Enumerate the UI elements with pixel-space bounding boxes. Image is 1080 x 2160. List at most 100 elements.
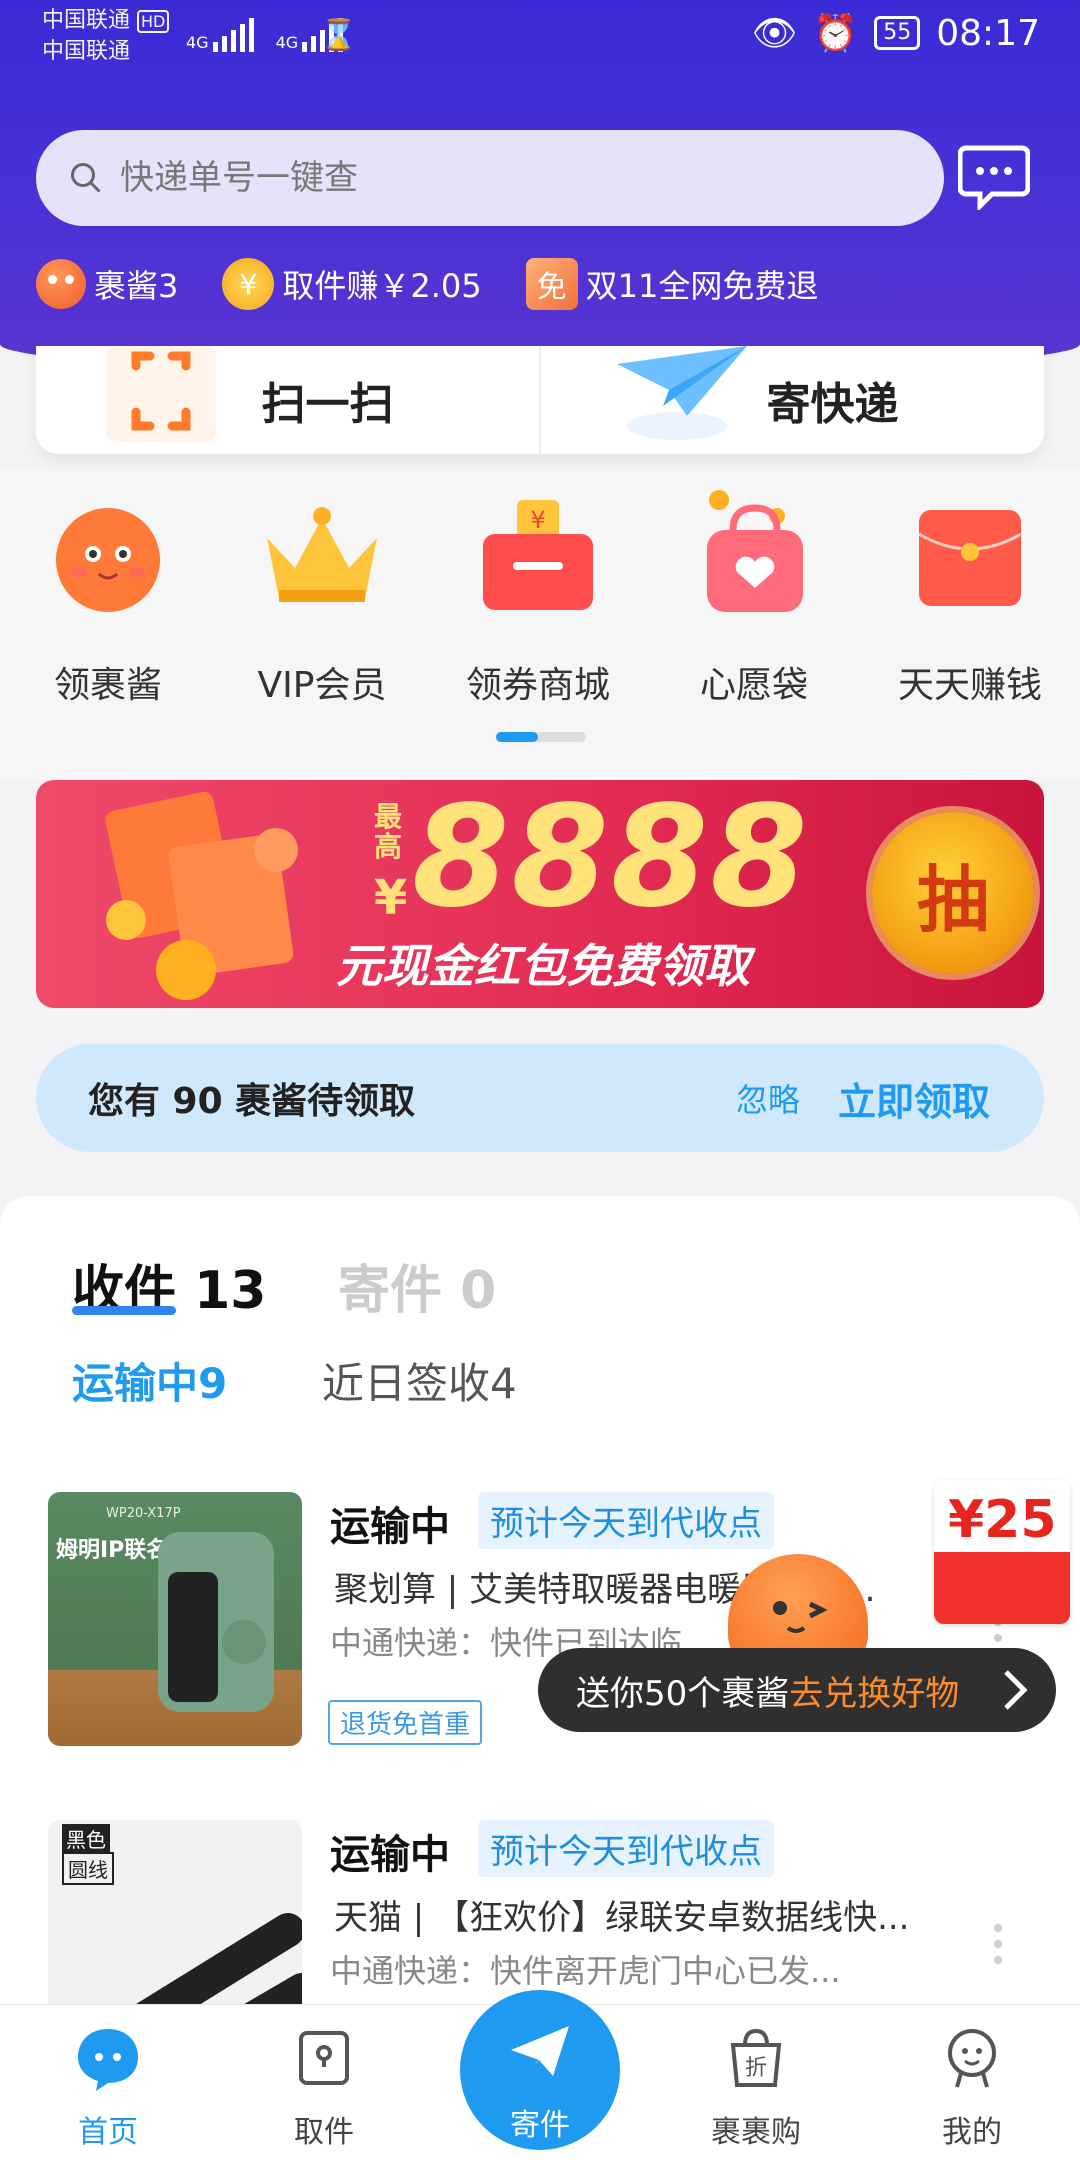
paper-plane-icon (511, 2026, 569, 2076)
claim-button[interactable]: 立即领取 (838, 1071, 990, 1126)
pickup-earn-label: 取件赚￥2.05 (282, 267, 482, 305)
profile-icon (948, 2029, 996, 2088)
coupon-box-icon: ¥ (473, 490, 603, 620)
banner-currency: ¥ (374, 870, 408, 926)
promo-row: 裹酱3 ¥ 取件赚￥2.05 免双11全网免费退 (36, 258, 862, 310)
parcel-status: 运输中 (330, 1504, 450, 1550)
category-label: 心愿袋 (699, 665, 808, 706)
battery-icon: 55 (874, 16, 921, 50)
mascot-count[interactable]: 裹酱3 (36, 259, 178, 309)
search-bar[interactable] (36, 130, 944, 226)
send-express-label: 寄快递 (766, 379, 899, 430)
status-bar: 中国联通 HD 中国联通 4G 4G ⌛ 👁 ⏰ 55 08:17 (0, 0, 1080, 70)
ignore-button[interactable]: 忽略 (736, 1075, 800, 1121)
nav-send-button[interactable]: 寄件 (460, 1990, 620, 2150)
red-packet-float[interactable]: ¥25 (934, 1480, 1070, 1624)
message-icon[interactable] (958, 144, 1030, 210)
filter-recent-signed[interactable]: 近日签收4 (322, 1350, 517, 1411)
chevron-right-icon (1004, 1670, 1028, 1710)
scan-icon (106, 346, 216, 442)
tab-receive[interactable]: 收件 13 (72, 1248, 266, 1323)
nav-home[interactable]: 首页 (38, 2023, 178, 2151)
nav-shop[interactable]: 折 裹裹购 (686, 2023, 826, 2151)
hourglass-icon: ⌛ (320, 18, 358, 53)
signal-icon (212, 18, 254, 52)
network-type-2: 4G (275, 33, 299, 52)
category-label: VIP会员 (257, 665, 387, 706)
category-label: 领券商城 (465, 665, 610, 706)
product-thumbnail: WP20-X17P 姆明IP联名 (48, 1492, 302, 1746)
locker-icon (299, 2031, 349, 2085)
search-icon (71, 163, 101, 193)
eta-tag: 预计今天到代收点 (478, 1492, 774, 1549)
scan-button[interactable]: 扫一扫 (36, 346, 541, 454)
free-icon: 免 (525, 258, 578, 310)
parcel-status: 运输中 (330, 1832, 450, 1878)
mascot-icon (36, 259, 86, 309)
free-return-label: 双11全网免费退 (585, 267, 819, 305)
svg-text:¥: ¥ (530, 506, 545, 534)
banner-top-text: 最高 (374, 800, 403, 863)
search-input[interactable] (120, 158, 880, 198)
more-icon[interactable] (992, 1924, 1004, 1964)
nav-home-label: 首页 (78, 2115, 138, 2150)
reward-notice: 您有 90 裹酱待领取 忽略 立即领取 (36, 1044, 1044, 1152)
nav-pickup-label: 取件 (294, 2115, 354, 2150)
notice-text: 您有 90 裹酱待领取 (88, 1081, 416, 1122)
nav-mine[interactable]: 我的 (902, 2023, 1042, 2151)
tab-send[interactable]: 寄件 0 (338, 1248, 496, 1323)
filter-in-transit[interactable]: 运输中9 (72, 1350, 227, 1411)
promo-banner[interactable]: 最高 ¥ 8888 元现金红包免费领取 抽 (36, 780, 1044, 1008)
nav-pickup[interactable]: 取件 (254, 2023, 394, 2151)
category-mascot[interactable]: 领裹酱 (8, 490, 208, 708)
category-coupon-mall[interactable]: ¥ 领券商城 (438, 490, 638, 708)
category-earn-daily[interactable]: 天天赚钱 (870, 490, 1070, 708)
carrier-1: 中国联通 (42, 8, 131, 33)
page-indicator (496, 732, 586, 742)
category-label: 天天赚钱 (897, 665, 1042, 706)
red-envelope-icon (905, 490, 1035, 620)
parcel-tracking: 中通快递：快件离开虎门中心已发... (330, 1952, 841, 1990)
draw-button[interactable]: 抽 (872, 812, 1034, 974)
parcel-title: 聚划算 | 艾美特取暖器电暖器家用... (334, 1570, 876, 1610)
banner-text: 元现金红包免费领取 (336, 939, 750, 993)
toast-highlight: 去兑换好物 (789, 1673, 960, 1714)
carrier-2: 中国联通 (42, 39, 131, 64)
send-express-button[interactable]: 寄快递 (541, 346, 1044, 454)
mascot-count-label: 裹酱3 (94, 267, 179, 305)
red-envelope-illustration (105, 791, 298, 1000)
heater-image (158, 1532, 274, 1712)
svg-text:折: 折 (745, 2056, 767, 2081)
eye-icon: 👁 (751, 13, 798, 54)
carrier-info: 中国联通 HD 中国联通 (42, 6, 170, 67)
pickup-earn[interactable]: ¥ 取件赚￥2.05 (222, 258, 482, 310)
home-mascot-icon (78, 2029, 138, 2091)
network-type-1: 4G (186, 33, 209, 52)
coin-icon: ¥ (222, 258, 275, 310)
category-vip[interactable]: VIP会员 (222, 490, 422, 708)
nav-send-label: 寄件 (510, 2108, 570, 2143)
parcel-title: 天猫 | 【狂欢价】绿联安卓数据线快... (334, 1898, 910, 1938)
clock: 08:17 (936, 12, 1040, 54)
crown-icon (257, 490, 387, 620)
scan-label: 扫一扫 (261, 379, 394, 430)
alarm-icon: ⏰ (813, 13, 859, 54)
category-wish-bag[interactable]: 心愿袋 (654, 490, 854, 708)
red-packet-value: ¥25 (948, 1490, 1057, 1550)
nav-mine-label: 我的 (942, 2115, 1002, 2150)
banner-amount: 8888 (412, 780, 810, 939)
header: 中国联通 HD 中国联通 4G 4G ⌛ 👁 ⏰ 55 08:17 快递单号一键… (0, 0, 1080, 374)
action-card: 扫一扫 寄快递 (36, 346, 1044, 454)
category-label: 领裹酱 (53, 665, 162, 706)
parcel-panel: 收件 13 寄件 0 运输中9 近日签收4 WP20-X17P 姆明IP联名 运… (0, 1196, 1080, 2074)
mascot-icon (43, 490, 173, 620)
status-right: 👁 ⏰ 55 08:17 (751, 12, 1040, 55)
nav-shop-label: 裹裹购 (711, 2115, 801, 2150)
eta-tag: 预计今天到代收点 (478, 1820, 774, 1877)
wish-bag-icon (689, 490, 819, 620)
toast-text: 送你50个裹酱 (576, 1673, 790, 1714)
paper-plane-icon (617, 346, 747, 440)
reward-toast[interactable]: 送你50个裹酱 去兑换好物 (538, 1648, 1056, 1732)
free-return[interactable]: 免双11全网免费退 (525, 258, 819, 310)
return-badge: 退货免首重 (328, 1700, 483, 1745)
